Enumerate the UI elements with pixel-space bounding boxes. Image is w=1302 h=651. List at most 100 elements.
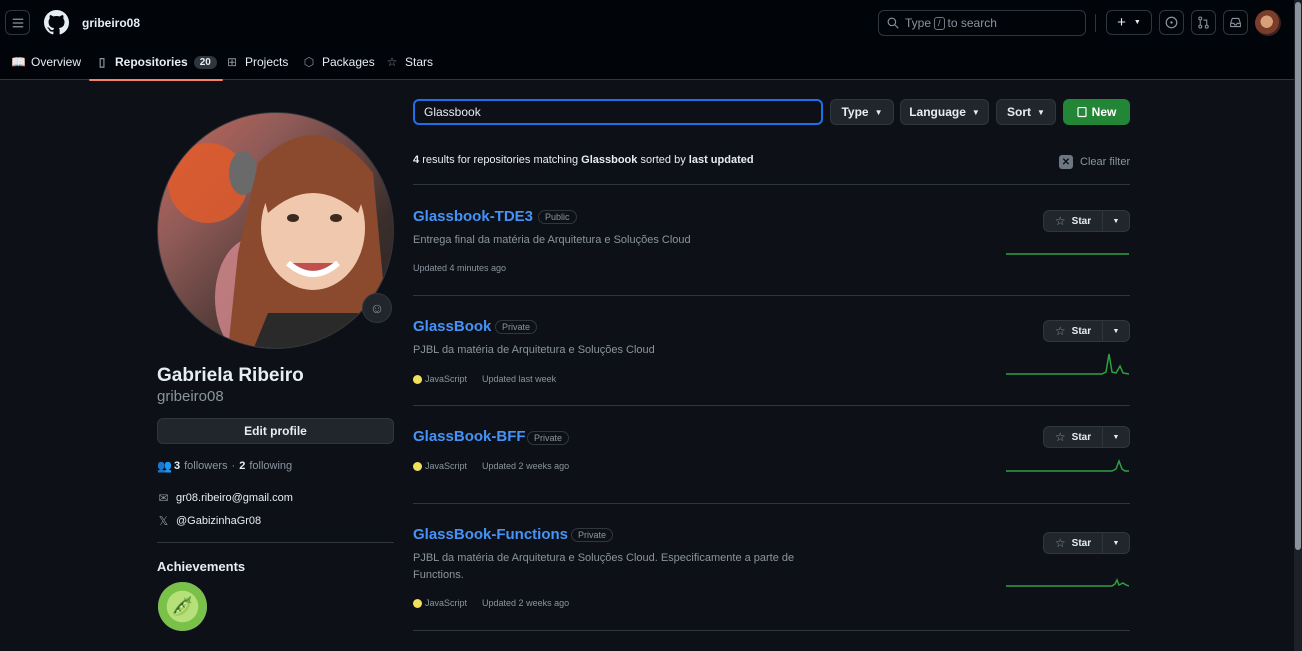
row-divider <box>413 184 1130 185</box>
tab-packages[interactable]: ⬡ Packages <box>302 44 375 80</box>
repo-name-link[interactable]: GlassBook-BFF <box>413 428 526 445</box>
language-name: JavaScript <box>425 374 468 384</box>
language-filter-button[interactable]: Language ▼ <box>900 99 989 125</box>
dot-separator: · <box>231 460 236 472</box>
search-icon <box>887 17 899 29</box>
new-repository-button[interactable]: New <box>1063 99 1130 125</box>
results-count: 4 <box>413 154 420 166</box>
inbox-icon <box>1230 17 1241 28</box>
repositories-counter: 20 <box>193 55 217 69</box>
repo-name-link[interactable]: Glassbook-TDE3 <box>413 208 533 225</box>
profile-twitter[interactable]: 𝕏 @GabizinhaGr08 <box>157 514 262 528</box>
following-count[interactable]: 2 <box>239 460 245 472</box>
profile-divider <box>157 542 394 543</box>
repo-description: Entrega final da matéria de Arquitetura … <box>413 234 691 246</box>
language-color-dot <box>413 598 422 608</box>
tab-repositories[interactable]: ▯ Repositories 20 <box>89 44 223 81</box>
github-logo-icon[interactable] <box>44 10 69 35</box>
profile-login: gribeiro08 <box>157 388 224 405</box>
caret-down-icon: ▼ <box>971 107 980 117</box>
star-list-dropdown[interactable]: ▼ <box>1103 320 1130 342</box>
star-button-group[interactable]: ☆ Star ▼ <box>1043 426 1130 448</box>
type-filter-label: Type <box>841 105 869 119</box>
star-button[interactable]: ☆ Star <box>1043 320 1103 342</box>
star-button[interactable]: ☆ Star <box>1043 426 1103 448</box>
results-summary: 4 results for repositories matching Glas… <box>413 154 754 166</box>
page-scrollbar[interactable] <box>1294 0 1302 651</box>
set-status-button[interactable]: ☺ <box>362 293 392 323</box>
updated-text: Updated 4 minutes ago <box>413 263 507 273</box>
repo-name-link[interactable]: GlassBook-Functions <box>413 526 568 543</box>
updated-text: Updated last week <box>482 374 557 384</box>
sort-button[interactable]: Sort ▼ <box>996 99 1056 125</box>
tab-stars[interactable]: ☆ Stars <box>385 44 433 80</box>
star-label: Star <box>1071 537 1092 549</box>
star-icon: ☆ <box>386 55 398 69</box>
star-button[interactable]: ☆ Star <box>1043 210 1103 232</box>
repo-name-link[interactable]: GlassBook <box>413 318 491 335</box>
search-input[interactable]: Type / to search <box>878 10 1086 36</box>
header-divider <box>1095 14 1096 32</box>
repo-icon: ▯ <box>98 55 106 69</box>
tab-projects[interactable]: ⊞ Projects <box>225 44 288 80</box>
profile-photo[interactable] <box>157 112 394 349</box>
repository-filter-input[interactable] <box>413 99 823 125</box>
clear-filter-button[interactable]: ✕ Clear filter <box>1059 155 1130 169</box>
caret-down-icon: ▼ <box>1112 327 1120 335</box>
followers-label[interactable]: followers <box>184 460 227 472</box>
visibility-badge: Private <box>495 320 538 334</box>
star-button-group[interactable]: ☆ Star ▼ <box>1043 210 1130 232</box>
twitter-handle[interactable]: @GabizinhaGr08 <box>176 515 261 527</box>
language-color-dot <box>413 461 422 471</box>
star-list-dropdown[interactable]: ▼ <box>1103 426 1130 448</box>
user-avatar-menu[interactable] <box>1255 10 1281 36</box>
row-divider <box>413 405 1130 406</box>
star-list-dropdown[interactable]: ▼ <box>1103 532 1130 554</box>
menu-button[interactable] <box>5 10 30 35</box>
repo-meta: Updated 4 minutes ago <box>413 263 506 273</box>
repo-language: JavaScript <box>413 461 467 471</box>
table-icon: ⊞ <box>226 55 238 69</box>
language-name: JavaScript <box>425 598 468 608</box>
updated-text: Updated 2 weeks ago <box>482 598 570 608</box>
achievement-badge[interactable]: 🫛 <box>158 582 207 631</box>
repo-meta: JavaScript Updated 2 weeks ago <box>413 461 569 471</box>
type-filter-button[interactable]: Type ▼ <box>830 99 894 125</box>
achievements-heading[interactable]: Achievements <box>157 559 245 574</box>
inbox-button[interactable] <box>1223 10 1248 35</box>
caret-down-icon: ▼ <box>1112 539 1120 547</box>
row-divider <box>413 630 1130 631</box>
caret-down-icon: ▼ <box>1112 433 1120 441</box>
tab-overview[interactable]: 📖 Overview <box>11 44 81 80</box>
repo-language: JavaScript <box>413 598 467 608</box>
followers-count[interactable]: 3 <box>174 460 180 472</box>
pull-requests-button[interactable] <box>1191 10 1216 35</box>
book-icon: 📖 <box>11 55 26 69</box>
hamburger-icon <box>12 18 23 27</box>
top-bar: gribeiro08 Type / to search + ▼ <box>0 0 1294 44</box>
star-button[interactable]: ☆ Star <box>1043 532 1103 554</box>
pull-request-icon <box>1198 16 1209 29</box>
repo-description: PJBL da matéria de Arquitetura e Soluçõe… <box>413 344 655 356</box>
star-button-group[interactable]: ☆ Star ▼ <box>1043 532 1130 554</box>
language-name: JavaScript <box>425 461 468 471</box>
star-list-dropdown[interactable]: ▼ <box>1103 210 1130 232</box>
search-shortcut-key: / <box>934 16 945 30</box>
profile-email[interactable]: ✉ gr08.ribeiro@gmail.com <box>157 491 293 505</box>
caret-down-icon: ▼ <box>1112 217 1120 225</box>
scrollbar-thumb[interactable] <box>1295 2 1301 550</box>
following-label[interactable]: following <box>249 460 292 472</box>
header-username[interactable]: gribeiro08 <box>82 16 140 30</box>
email-text[interactable]: gr08.ribeiro@gmail.com <box>176 492 293 504</box>
clear-filter-label: Clear filter <box>1080 156 1131 168</box>
package-icon: ⬡ <box>303 55 315 69</box>
x-logo-icon: 𝕏 <box>158 514 169 528</box>
results-text: results for repositories matching <box>422 154 579 166</box>
repo-meta: JavaScript Updated 2 weeks ago <box>413 598 569 608</box>
repo-description: PJBL da matéria de Arquitetura e Soluçõe… <box>413 552 795 581</box>
issues-button[interactable] <box>1159 10 1184 35</box>
star-button-group[interactable]: ☆ Star ▼ <box>1043 320 1130 342</box>
visibility-badge: Public <box>538 210 577 224</box>
edit-profile-button[interactable]: Edit profile <box>157 418 394 444</box>
create-new-button[interactable]: + ▼ <box>1106 10 1152 35</box>
